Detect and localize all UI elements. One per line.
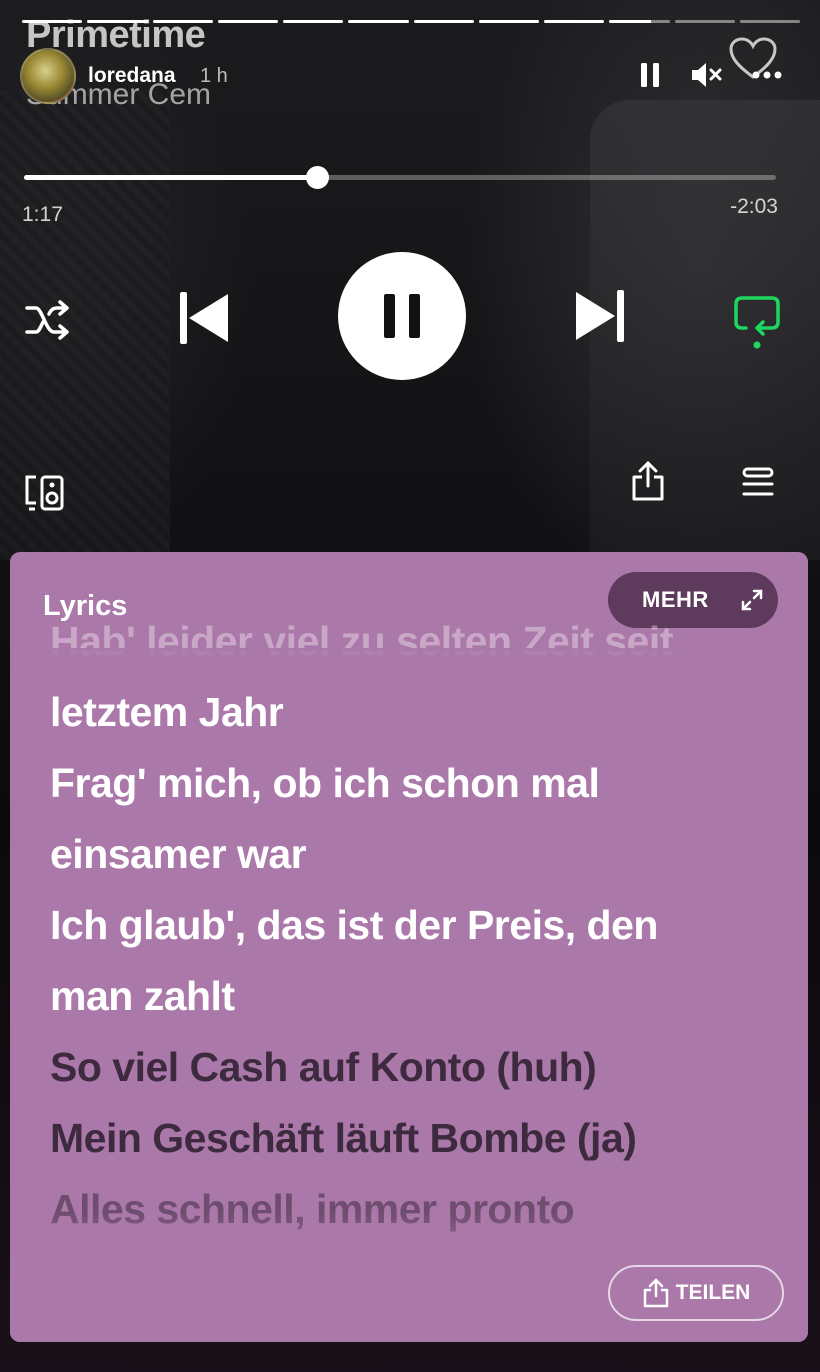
share-icon <box>643 1278 668 1308</box>
story-time-ago: 1 h <box>200 65 228 87</box>
story-progress-segment <box>609 20 670 23</box>
share-lyrics-label: TEILEN <box>675 1281 751 1304</box>
lyric-line: Mein Geschäft läuft Bombe (ja) <box>50 1115 637 1161</box>
seek-bar-fill <box>24 175 318 180</box>
story-progress-segment <box>478 20 539 23</box>
speaker-muted-icon[interactable] <box>690 60 722 90</box>
lyrics-card[interactable]: Lyrics MEHR Hab' leider viel zu selten Z… <box>10 552 808 1342</box>
story-progress-segment <box>217 20 278 23</box>
story-progress-fill <box>217 20 278 23</box>
story-progress-segment <box>544 20 605 23</box>
story-progress-segment <box>348 20 409 23</box>
story-progress-segment <box>674 20 735 23</box>
story-progress-fill <box>544 20 605 23</box>
story-username[interactable]: loredana <box>88 64 176 88</box>
play-pause-button[interactable] <box>338 252 466 380</box>
lyric-line: So viel Cash auf Konto (huh) <box>50 1044 597 1090</box>
elapsed-time: 1:17 <box>22 203 63 226</box>
connect-devices-icon[interactable] <box>24 474 66 512</box>
story-progress-fill <box>283 20 344 23</box>
avatar[interactable] <box>20 48 76 104</box>
lyric-line: Frag' mich, ob ich schon mal <box>50 760 600 806</box>
story-progress-fill <box>609 20 652 23</box>
story-progress-fill <box>478 20 539 23</box>
story-progress-fill <box>348 20 409 23</box>
share-lyrics-button[interactable]: TEILEN <box>608 1265 784 1321</box>
story-progress-segment <box>413 20 474 23</box>
seek-bar[interactable] <box>24 166 776 189</box>
queue-icon[interactable] <box>740 466 776 498</box>
more-dots-icon[interactable] <box>752 70 782 80</box>
pause-icon <box>384 294 420 338</box>
story-progress-fill <box>413 20 474 23</box>
story-progress-segment <box>739 20 800 23</box>
skip-next-icon[interactable] <box>574 288 626 344</box>
lyric-line: letztem Jahr <box>50 689 284 735</box>
lyric-line: Ich glaub', das ist der Preis, den <box>50 902 658 948</box>
lyrics-fade-top <box>10 648 808 678</box>
lyric-line: man zahlt <box>50 973 235 1019</box>
story-pause-icon[interactable] <box>640 62 660 88</box>
remaining-time: -2:03 <box>730 195 778 218</box>
lyrics-list: Hab' leider viel zu selten Zeit seit let… <box>50 618 778 1245</box>
story-progress-segment <box>283 20 344 23</box>
share-icon[interactable] <box>630 460 666 502</box>
skip-previous-icon[interactable] <box>178 290 230 346</box>
shuffle-icon[interactable] <box>24 298 72 342</box>
repeat-icon[interactable] <box>732 292 782 350</box>
lyric-line: einsamer war <box>50 831 307 877</box>
